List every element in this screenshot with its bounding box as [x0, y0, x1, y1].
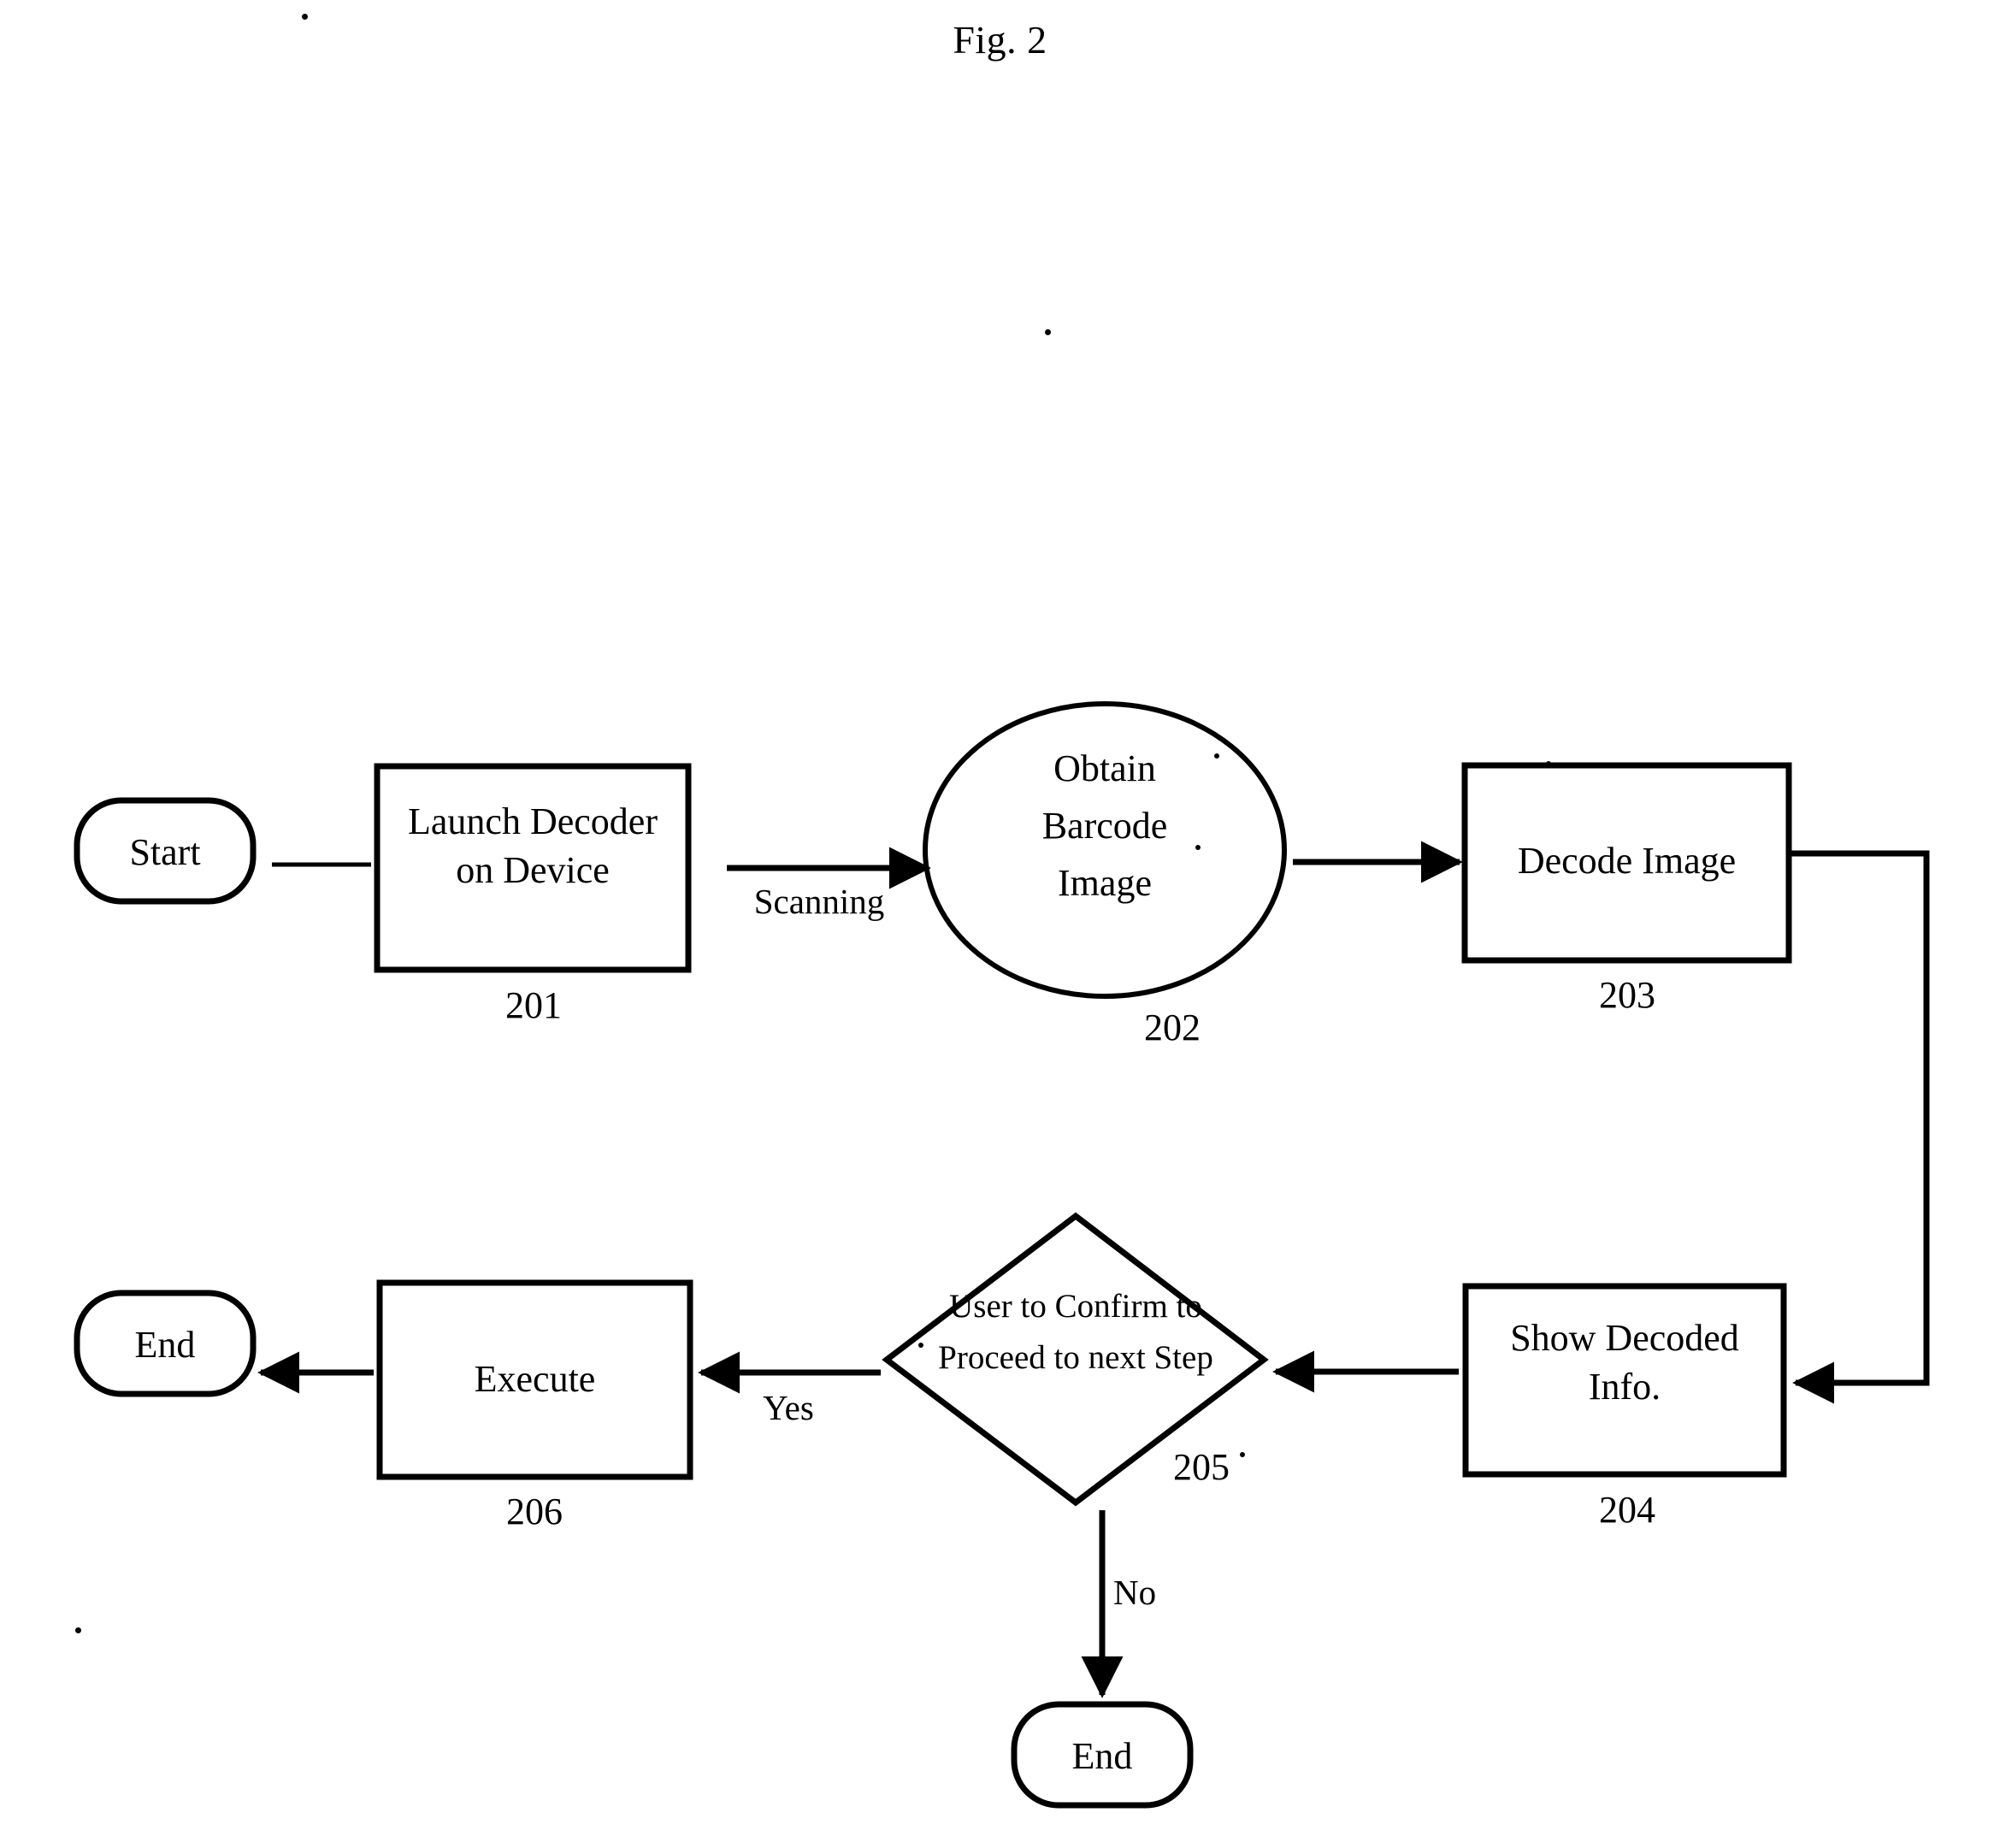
edge-203-to-204: [1789, 850, 1930, 1404]
ref-numeral-205: 205: [1173, 1446, 1230, 1488]
ref-numeral-203: 203: [1599, 974, 1655, 1016]
node-203-shape: [1461, 762, 1792, 964]
edge-label-scanning: Scanning: [753, 882, 885, 921]
node-end-yes-shape: [74, 1290, 257, 1397]
node-202-shape: [923, 701, 1287, 999]
node-206-shape: [376, 1279, 693, 1480]
figure-page: Fig. 2 Start Launch Decoder on Device Ob…: [0, 0, 2000, 1848]
flowchart-canvas: [74, 701, 1930, 1809]
ref-numeral-201: 201: [505, 984, 562, 1026]
node-start-shape: [74, 797, 257, 905]
node-204-shape: [1462, 1283, 1787, 1478]
edge-label-yes: Yes: [763, 1388, 814, 1427]
ref-numeral-206: 206: [506, 1491, 563, 1532]
node-end-no-shape: [1011, 1701, 1194, 1809]
node-201-shape: [374, 763, 692, 973]
ref-numeral-204: 204: [1599, 1489, 1655, 1531]
ref-numeral-202: 202: [1144, 1007, 1201, 1048]
edge-label-no: No: [1113, 1573, 1157, 1612]
